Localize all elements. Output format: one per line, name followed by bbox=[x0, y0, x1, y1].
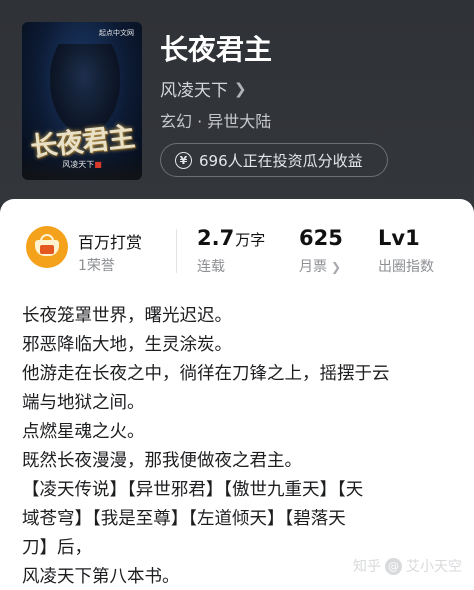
book-info-card: 百万打赏 1荣誉 2.7万字 连载 625 月票 ❯ Lv1 出圈指数 长夜笼罩世… bbox=[0, 199, 474, 590]
description-line: 【凌天传说】【异世邪君】【傲世九重天】【天 bbox=[22, 480, 364, 500]
popularity-index-label: 出圈指数 bbox=[378, 259, 434, 275]
popularity-level: Lv1 bbox=[378, 226, 420, 250]
stats-row: 百万打赏 1荣誉 2.7万字 连载 625 月票 ❯ Lv1 出圈指数 bbox=[0, 199, 474, 285]
book-cover[interactable]: 起点中文网 长夜君主 风凌天下■ bbox=[22, 22, 142, 180]
chevron-right-icon: ❯ bbox=[331, 260, 342, 274]
reward-honor: 1荣誉 bbox=[78, 258, 115, 274]
at-icon: @ bbox=[385, 557, 402, 575]
book-genre: 玄幻 · 异世大陆 bbox=[160, 112, 272, 131]
chevron-right-icon: ❯ bbox=[234, 79, 247, 98]
cover-author: 风凌天下■ bbox=[62, 160, 102, 169]
serial-status: 连载 bbox=[197, 259, 225, 275]
description-line: 端与地狱之间。 bbox=[22, 393, 145, 413]
author-name: 风凌天下 bbox=[160, 81, 228, 101]
yen-icon: ¥ bbox=[175, 151, 192, 169]
watermark-user: 艾小天空 bbox=[406, 559, 462, 575]
description-line: 长夜笼罩世界，曙光迟迟。 bbox=[22, 306, 232, 326]
stats-divider bbox=[176, 229, 177, 273]
author-link[interactable]: 风凌天下 ❯ bbox=[160, 76, 247, 102]
cover-publisher: 起点中文网 bbox=[99, 29, 134, 37]
description-line: 他游走在长夜之中，徜徉在刀锋之上，摇摆于云 bbox=[22, 364, 390, 384]
book-title: 长夜君主 bbox=[160, 33, 273, 66]
description-line: 既然长夜漫漫，那我便做夜之君主。 bbox=[22, 451, 302, 471]
description-line: 邪恶降临大地，生灵涂炭。 bbox=[22, 335, 232, 355]
book-header: 起点中文网 长夜君主 风凌天下■ 长夜君主 风凌天下 ❯ 玄幻 · 异世大陆 ¥… bbox=[0, 0, 474, 205]
word-count: 2.7万字 bbox=[197, 226, 266, 250]
invest-text: 696人正在投资瓜分收益 bbox=[199, 151, 363, 170]
monthly-tickets-count: 625 bbox=[299, 226, 343, 250]
book-description: 长夜笼罩世界，曙光迟迟。 邪恶降临大地，生灵涂炭。 他游走在长夜之中，徜徉在刀锋… bbox=[22, 302, 452, 590]
reward-icon[interactable] bbox=[26, 226, 68, 268]
invest-button[interactable]: ¥ 696人正在投资瓜分收益 bbox=[160, 143, 388, 177]
watermark: 知乎 @ 艾小天空 bbox=[353, 556, 462, 576]
description-line: 域苍穹】【我是至尊】【左道倾天】【碧落天 bbox=[22, 509, 346, 529]
watermark-site: 知乎 bbox=[353, 559, 381, 575]
description-line: 点燃星魂之火。 bbox=[22, 422, 145, 442]
monthly-tickets-link[interactable]: 月票 ❯ bbox=[299, 256, 341, 276]
reward-label[interactable]: 百万打赏 bbox=[78, 229, 142, 253]
